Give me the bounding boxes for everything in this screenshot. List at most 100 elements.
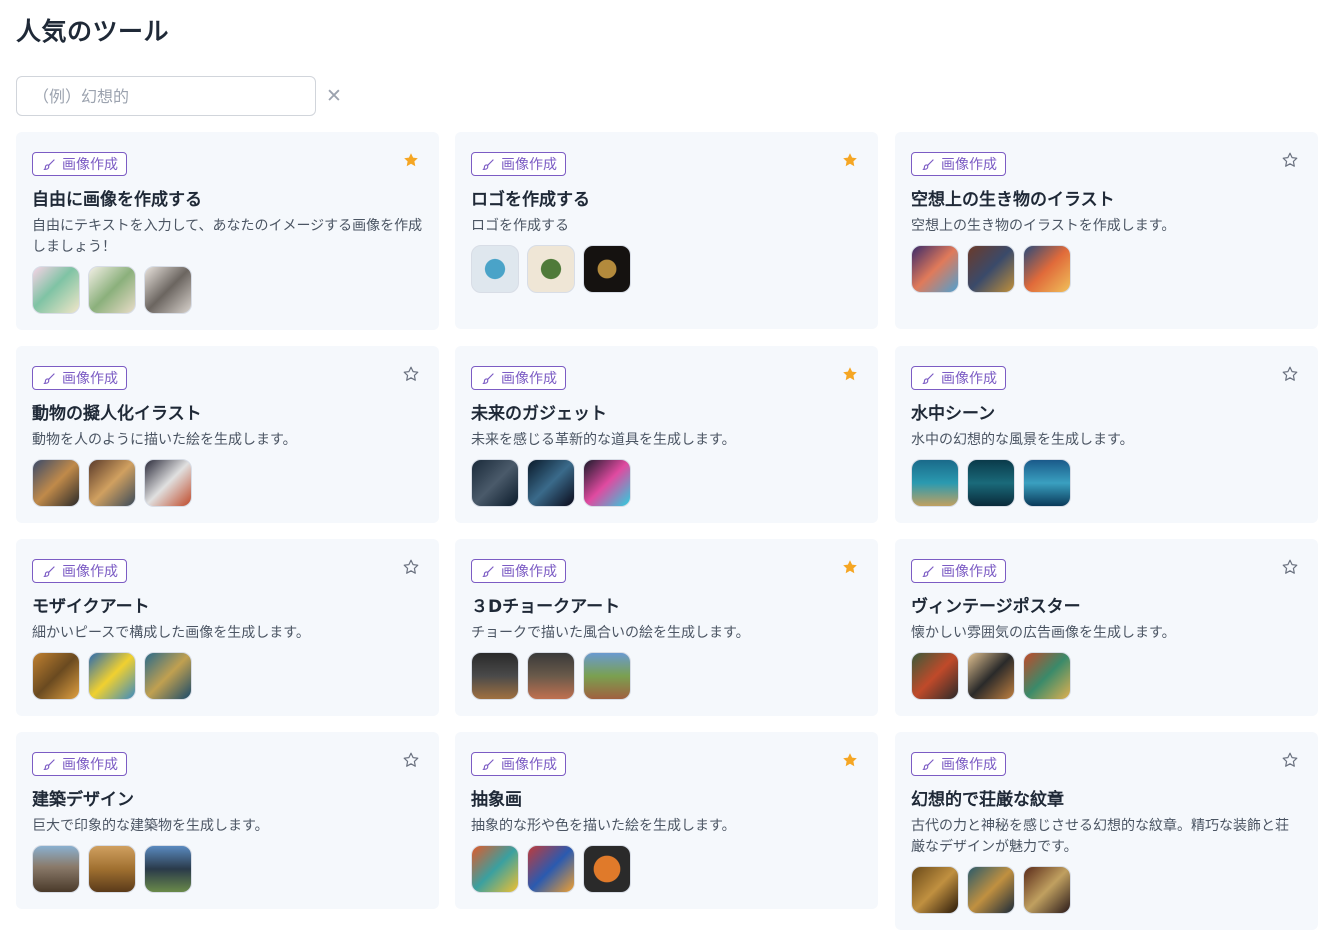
brush-icon xyxy=(482,372,495,385)
category-tag: 画像作成 xyxy=(32,752,127,776)
star-filled-icon[interactable] xyxy=(842,559,858,575)
category-tag: 画像作成 xyxy=(911,752,1006,776)
thumbnail-row xyxy=(911,866,1302,914)
category-tag-label: 画像作成 xyxy=(501,371,557,387)
thumbnail-row xyxy=(32,266,423,314)
sample-thumbnail xyxy=(911,245,959,293)
brush-icon xyxy=(482,565,495,578)
page-title: 人気のツール xyxy=(16,17,170,46)
sample-thumbnail xyxy=(32,266,80,314)
category-tag-label: 画像作成 xyxy=(501,757,557,773)
sample-thumbnail xyxy=(471,459,519,507)
category-tag: 画像作成 xyxy=(32,559,127,583)
tool-card[interactable]: 画像作成 抽象画 抽象的な形や色を描いた絵を生成します。 xyxy=(455,732,878,909)
sample-thumbnail xyxy=(527,845,575,893)
card-description: 未来を感じる革新的な道具を生成します。 xyxy=(471,432,736,448)
sample-thumbnail xyxy=(583,245,631,293)
card-description: 巨大で印象的な建築物を生成します。 xyxy=(32,818,269,834)
sample-thumbnail xyxy=(144,845,192,893)
thumbnail-row xyxy=(32,845,423,893)
tool-card[interactable]: 画像作成 ロゴを作成する ロゴを作成する xyxy=(455,132,878,329)
sample-thumbnail xyxy=(527,245,575,293)
star-filled-icon[interactable] xyxy=(403,152,419,168)
card-title: 水中シーン xyxy=(911,404,996,424)
card-description: 懐かしい雰囲気の広告画像を生成します。 xyxy=(911,625,1176,641)
tool-card[interactable]: 画像作成 未来のガジェット 未来を感じる革新的な道具を生成します。 xyxy=(455,346,878,523)
tool-card[interactable]: 画像作成 水中シーン 水中の幻想的な風景を生成します。 xyxy=(895,346,1318,523)
category-tag-label: 画像作成 xyxy=(941,157,997,173)
category-tag: 画像作成 xyxy=(471,152,566,176)
card-description: 動物を人のように描いた絵を生成します。 xyxy=(32,432,297,448)
card-title: 未来のガジェット xyxy=(471,404,607,424)
sample-thumbnail xyxy=(527,459,575,507)
star-outline-icon[interactable] xyxy=(1282,366,1298,382)
tool-card[interactable]: 画像作成 動物の擬人化イラスト 動物を人のように描いた絵を生成します。 xyxy=(16,346,439,523)
tool-card[interactable]: 画像作成 幻想的で荘厳な紋章 古代の力と神秘を感じさせる幻想的な紋章。精巧な装飾… xyxy=(895,732,1318,930)
sample-thumbnail xyxy=(144,266,192,314)
star-outline-icon[interactable] xyxy=(403,752,419,768)
card-title: ３Dチョークアート xyxy=(471,597,621,617)
card-title: 空想上の生き物のイラスト xyxy=(911,190,1115,210)
thumbnail-row xyxy=(911,245,1302,293)
tool-card[interactable]: 画像作成 空想上の生き物のイラスト 空想上の生き物のイラストを作成します。 xyxy=(895,132,1318,329)
brush-icon xyxy=(482,158,495,171)
sample-thumbnail xyxy=(144,459,192,507)
category-tag-label: 画像作成 xyxy=(941,371,997,387)
category-tag-label: 画像作成 xyxy=(62,757,118,773)
card-description: チョークで描いた風合いの絵を生成します。 xyxy=(471,625,750,641)
sample-thumbnail xyxy=(967,866,1015,914)
tool-card[interactable]: 画像作成 自由に画像を作成する 自由にテキストを入力して、あなたのイメージする画… xyxy=(16,132,439,330)
star-outline-icon[interactable] xyxy=(1282,752,1298,768)
star-filled-icon[interactable] xyxy=(842,152,858,168)
sample-thumbnail xyxy=(1023,652,1071,700)
brush-icon xyxy=(922,758,935,771)
card-title: 幻想的で荘厳な紋章 xyxy=(911,790,1064,810)
sample-thumbnail xyxy=(88,459,136,507)
category-tag-label: 画像作成 xyxy=(501,564,557,580)
thumbnail-row xyxy=(471,652,862,700)
thumbnail-row xyxy=(911,652,1302,700)
card-title: ロゴを作成する xyxy=(471,190,590,210)
card-description: 古代の力と神秘を感じさせる幻想的な紋章。精巧な装飾と荘厳なデザインが魅力です。 xyxy=(911,818,1289,855)
star-outline-icon[interactable] xyxy=(1282,152,1298,168)
tool-card[interactable]: 画像作成 建築デザイン 巨大で印象的な建築物を生成します。 xyxy=(16,732,439,909)
sample-thumbnail xyxy=(583,652,631,700)
tool-card[interactable]: 画像作成 ヴィンテージポスター 懐かしい雰囲気の広告画像を生成します。 xyxy=(895,539,1318,716)
star-filled-icon[interactable] xyxy=(842,752,858,768)
sample-thumbnail xyxy=(88,652,136,700)
sample-thumbnail xyxy=(471,652,519,700)
star-outline-icon[interactable] xyxy=(1282,559,1298,575)
sample-thumbnail xyxy=(911,652,959,700)
card-description: ロゴを作成する xyxy=(471,218,569,234)
card-title: 建築デザイン xyxy=(32,790,134,810)
tool-card[interactable]: 画像作成 ３Dチョークアート チョークで描いた風合いの絵を生成します。 xyxy=(455,539,878,716)
search-bar: ✕ xyxy=(16,76,342,116)
card-description: 空想上の生き物のイラストを作成します。 xyxy=(911,218,1176,234)
category-tag: 画像作成 xyxy=(911,366,1006,390)
thumbnail-row xyxy=(911,459,1302,507)
category-tag: 画像作成 xyxy=(471,752,566,776)
category-tag-label: 画像作成 xyxy=(62,371,118,387)
thumbnail-row xyxy=(471,459,862,507)
sample-thumbnail xyxy=(583,845,631,893)
close-icon[interactable]: ✕ xyxy=(322,84,346,108)
star-outline-icon[interactable] xyxy=(403,559,419,575)
sample-thumbnail xyxy=(88,845,136,893)
sample-thumbnail xyxy=(967,245,1015,293)
sample-thumbnail xyxy=(1023,866,1071,914)
card-description: 抽象的な形や色を描いた絵を生成します。 xyxy=(471,818,736,834)
search-input[interactable] xyxy=(16,76,316,116)
sample-thumbnail xyxy=(911,459,959,507)
card-description: 水中の幻想的な風景を生成します。 xyxy=(911,432,1134,448)
star-outline-icon[interactable] xyxy=(403,366,419,382)
star-filled-icon[interactable] xyxy=(842,366,858,382)
category-tag: 画像作成 xyxy=(32,152,127,176)
category-tag-label: 画像作成 xyxy=(501,157,557,173)
sample-thumbnail xyxy=(32,459,80,507)
category-tag: 画像作成 xyxy=(911,559,1006,583)
brush-icon xyxy=(922,158,935,171)
sample-thumbnail xyxy=(967,652,1015,700)
tool-card[interactable]: 画像作成 モザイクアート 細かいピースで構成した画像を生成します。 xyxy=(16,539,439,716)
brush-icon xyxy=(922,565,935,578)
brush-icon xyxy=(43,372,56,385)
